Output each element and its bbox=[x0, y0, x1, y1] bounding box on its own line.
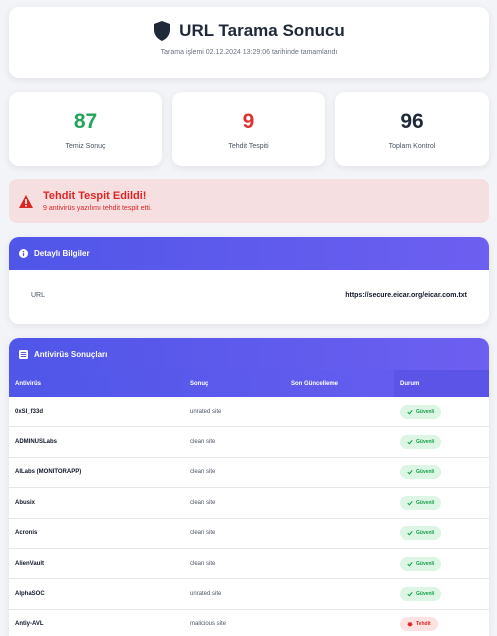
status-badge: Güvenli bbox=[400, 435, 442, 450]
status-badge: Güvenli bbox=[400, 587, 442, 602]
status-label: Güvenli bbox=[416, 469, 435, 476]
details-section: Detaylı Bilgiler URL https://secure.eica… bbox=[9, 237, 489, 324]
alert-description: 9 antivirüs yazılımı tehdit tespit etti. bbox=[43, 205, 152, 212]
shield-icon bbox=[154, 21, 171, 41]
stat-card-total: 96 Toplam Kontrol bbox=[335, 92, 489, 166]
list-icon bbox=[19, 349, 28, 359]
table-row[interactable]: Acronis clean site Güvenli bbox=[9, 519, 489, 549]
title-row: URL Tarama Sonucu bbox=[9, 21, 489, 41]
status-cell: Tehdit bbox=[394, 617, 489, 632]
warning-icon bbox=[19, 194, 33, 208]
scan-timestamp: Tarama işlemi 02.12.2024 13:29:06 tarihi… bbox=[160, 49, 338, 56]
results-header: Antivirüs Sonuçları bbox=[9, 338, 489, 370]
header-card: URL Tarama Sonucu Tarama işlemi 02.12.20… bbox=[9, 7, 489, 78]
status-cell: Güvenli bbox=[394, 465, 489, 480]
status-cell: Güvenli bbox=[394, 435, 489, 450]
scan-result: clean site bbox=[190, 439, 216, 446]
results-table-header: Antivirüs Sonuç Son Güncelleme Durum bbox=[9, 370, 489, 397]
check-icon bbox=[407, 561, 413, 567]
details-header: Detaylı Bilgiler bbox=[9, 237, 489, 270]
table-row[interactable]: AlienVault clean site Güvenli bbox=[9, 549, 489, 580]
page-title: URL Tarama Sonucu bbox=[179, 21, 345, 40]
table-row[interactable]: ADMINUSLabs clean site Güvenli bbox=[9, 427, 489, 458]
status-cell: Güvenli bbox=[394, 587, 489, 602]
table-row[interactable]: 0xSI_f33d unrated site Güvenli bbox=[9, 397, 489, 428]
stat-label-clean: Temiz Sonuç bbox=[65, 143, 106, 150]
status-badge: Güvenli bbox=[400, 495, 442, 510]
scan-result: unrated site bbox=[190, 408, 222, 415]
status-badge: Güvenli bbox=[400, 526, 442, 541]
status-cell: Güvenli bbox=[394, 556, 489, 571]
antivirus-name: AlphaSOC bbox=[15, 591, 45, 598]
check-icon bbox=[407, 500, 413, 506]
status-label: Tehdit bbox=[416, 621, 431, 628]
table-row[interactable]: Abusix clean site Güvenli bbox=[9, 488, 489, 519]
details-title: Detaylı Bilgiler bbox=[34, 249, 90, 258]
results-section: Antivirüs Sonuçları Antivirüs Sonuç Son … bbox=[9, 338, 489, 636]
alert-text: Tehdit Tespit Edildi! 9 antivirüs yazılı… bbox=[43, 190, 152, 212]
antivirus-name: Abusix bbox=[15, 499, 36, 506]
stat-card-threat: 9 Tehdit Tespiti bbox=[172, 92, 325, 166]
column-header-result[interactable]: Sonuç bbox=[184, 370, 285, 397]
status-label: Güvenli bbox=[416, 439, 435, 446]
status-label: Güvenli bbox=[416, 530, 435, 537]
results-title: Antivirüs Sonuçları bbox=[34, 349, 108, 359]
antivirus-name: Acronis bbox=[15, 530, 38, 537]
status-badge: Güvenli bbox=[400, 556, 442, 571]
url-row: URL https://secure.eicar.org/eicar.com.t… bbox=[9, 270, 489, 299]
url-value[interactable]: https://secure.eicar.org/eicar.com.txt bbox=[345, 292, 467, 299]
table-row[interactable]: AILabs (MONITORAPP) clean site Güvenli bbox=[9, 458, 489, 489]
antivirus-name: Antiy-AVL bbox=[15, 621, 44, 628]
scan-result: clean site bbox=[190, 560, 216, 567]
antivirus-name: AlienVault bbox=[15, 560, 45, 567]
check-icon bbox=[407, 531, 413, 536]
column-header-status[interactable]: Durum bbox=[394, 370, 489, 397]
alert-title: Tehdit Tespit Edildi! bbox=[43, 190, 147, 202]
column-header-antivirus[interactable]: Antivirüs bbox=[9, 370, 184, 397]
check-icon bbox=[407, 592, 413, 597]
stat-value-clean: 87 bbox=[73, 110, 98, 133]
check-icon bbox=[407, 440, 413, 445]
status-label: Güvenli bbox=[416, 591, 435, 598]
bug-icon bbox=[407, 622, 413, 627]
info-icon bbox=[19, 249, 28, 258]
status-label: Güvenli bbox=[416, 560, 435, 567]
status-cell: Güvenli bbox=[394, 526, 489, 541]
column-header-updated[interactable]: Son Güncelleme bbox=[285, 370, 394, 397]
antivirus-name: ADMINUSLabs bbox=[15, 439, 58, 446]
status-badge: Güvenli bbox=[400, 404, 442, 419]
threat-alert: Tehdit Tespit Edildi! 9 antivirüs yazılı… bbox=[9, 179, 489, 223]
results-table-body: 0xSI_f33d unrated site Güvenli ADMINUSLabs c… bbox=[9, 397, 489, 636]
status-badge: Tehdit bbox=[400, 617, 438, 632]
url-label: URL bbox=[31, 292, 46, 299]
table-row[interactable]: Antiy-AVL malicious site Tehdit bbox=[9, 610, 489, 636]
scan-result: clean site bbox=[190, 499, 216, 506]
check-icon bbox=[407, 409, 413, 415]
scan-result: clean site bbox=[190, 469, 216, 476]
stat-card-clean: 87 Temiz Sonuç bbox=[9, 92, 162, 166]
status-cell: Güvenli bbox=[394, 495, 489, 510]
stat-value-total: 96 bbox=[400, 110, 424, 133]
stat-label-threat: Tehdit Tespiti bbox=[228, 143, 269, 150]
stat-value-threat: 9 bbox=[242, 110, 255, 133]
stat-label-total: Toplam Kontrol bbox=[388, 143, 436, 150]
antivirus-name: AILabs (MONITORAPP) bbox=[15, 469, 82, 476]
antivirus-name: 0xSI_f33d bbox=[15, 408, 44, 415]
check-icon bbox=[407, 470, 413, 475]
status-label: Güvenli bbox=[416, 408, 435, 415]
status-label: Güvenli bbox=[416, 499, 435, 506]
scan-result: unrated site bbox=[190, 591, 222, 598]
status-cell: Güvenli bbox=[394, 404, 489, 419]
scan-result: malicious site bbox=[190, 621, 227, 628]
scan-result: clean site bbox=[190, 530, 216, 537]
status-badge: Güvenli bbox=[400, 465, 442, 480]
table-row[interactable]: AlphaSOC unrated site Güvenli bbox=[9, 579, 489, 610]
